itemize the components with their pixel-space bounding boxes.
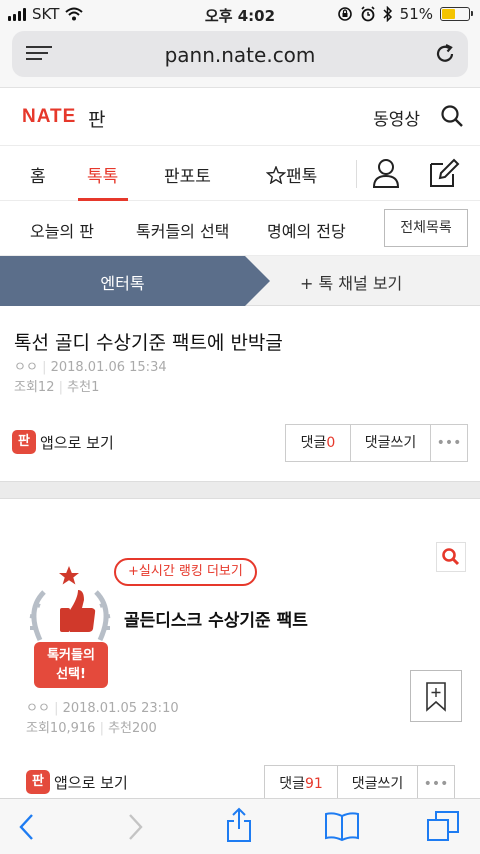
article-title: 톡선 골디 수상기준 팩트에 반박글 xyxy=(14,332,283,354)
more-button[interactable]: ••• xyxy=(431,425,467,461)
card-app-view-button[interactable]: 판 앱으로 보기 xyxy=(26,770,128,794)
article-date: 2018.01.06 15:34 xyxy=(50,360,167,375)
search-icon xyxy=(442,548,460,566)
pann-app-icon: 판 xyxy=(26,770,50,794)
badge-line-2: 선택! xyxy=(56,667,86,682)
star-icon xyxy=(265,165,287,185)
app-view-button[interactable]: 판 앱으로 보기 xyxy=(12,430,114,454)
battery-icon xyxy=(440,7,473,21)
card-recs-label: 추천 xyxy=(108,721,133,736)
channels-link[interactable]: + 톡 채널 보기 xyxy=(300,270,402,294)
tab-toktok[interactable]: 톡톡 xyxy=(87,162,118,187)
card-comment-button[interactable]: 댓글91 xyxy=(265,766,338,802)
article-stats: 조회12 | 추천1 xyxy=(14,380,100,395)
nate-logo[interactable]: NATE xyxy=(22,106,76,128)
pann-app-icon: 판 xyxy=(12,430,36,454)
badge-text: 톡커들의 선택! xyxy=(34,646,108,684)
comment-button[interactable]: 댓글0 xyxy=(286,425,351,461)
share-icon[interactable] xyxy=(224,807,254,843)
subnav-today[interactable]: 오늘의 판 xyxy=(30,218,94,242)
video-link[interactable]: 동영상 xyxy=(373,105,420,130)
article-author: ㅇㅇ xyxy=(14,360,38,375)
comment-label: 댓글 xyxy=(300,435,327,451)
tab-fantalk-label: 팬톡 xyxy=(286,167,318,187)
bookmark-plus-icon xyxy=(426,682,446,712)
tab-fantalk[interactable]: 팬톡 xyxy=(265,162,318,187)
card-comment-label: 댓글 xyxy=(279,776,305,792)
article-meta: ㅇㅇ | 2018.01.06 15:34 xyxy=(14,360,167,375)
category-name[interactable]: 엔터톡 xyxy=(0,270,245,294)
nav-divider xyxy=(356,160,357,188)
site-header: NATE 판 동영상 xyxy=(0,88,480,146)
alarm-icon xyxy=(361,6,375,22)
forward-icon[interactable] xyxy=(124,812,146,842)
all-list-button[interactable]: 전체목록 xyxy=(384,209,468,247)
bookmark-add-button[interactable] xyxy=(410,670,462,722)
bookmarks-icon[interactable] xyxy=(324,810,360,842)
search-icon[interactable] xyxy=(440,104,464,128)
featured-card: +실시간 랭킹 더보기 톡커들의 선택! 골든디스크 수상기준 팩트 ㅇㅇ | … xyxy=(0,500,480,803)
card-more-button[interactable]: ••• xyxy=(418,766,454,802)
card-date: 2018.01.05 23:10 xyxy=(62,701,179,716)
user-icon[interactable] xyxy=(372,158,400,188)
sub-nav: 오늘의 판 톡커들의 선택 명예의 전당 전체목록 xyxy=(0,201,480,256)
comment-count: 0 xyxy=(326,435,336,451)
tab-pannphoto[interactable]: 판포토 xyxy=(164,162,211,187)
section-divider xyxy=(0,481,480,499)
realtime-ranking-more[interactable]: +실시간 랭킹 더보기 xyxy=(114,558,257,586)
bluetooth-icon xyxy=(383,6,392,22)
tab-home[interactable]: 홈 xyxy=(30,162,46,187)
app-view-label: 앱으로 보기 xyxy=(40,433,114,452)
views-label: 조회 xyxy=(14,380,38,395)
rotation-lock-icon xyxy=(337,7,352,21)
card-app-view-label: 앱으로 보기 xyxy=(54,773,128,792)
card-recs-count: 200 xyxy=(132,721,157,736)
card-meta: ㅇㅇ | 2018.01.05 23:10 xyxy=(26,701,179,716)
badge-line-1: 톡커들의 xyxy=(47,648,95,663)
browser-toolbar xyxy=(0,798,480,854)
category-bar: 엔터톡 + 톡 채널 보기 xyxy=(0,256,480,306)
reload-icon[interactable] xyxy=(434,43,456,65)
subnav-hall-of-fame[interactable]: 명예의 전당 xyxy=(267,218,346,242)
card-comment-count: 91 xyxy=(304,776,323,792)
url-text[interactable]: pann.nate.com xyxy=(12,43,468,67)
views-count: 12 xyxy=(37,380,55,395)
status-bar: SKT 오후 4:02 51% xyxy=(0,0,480,30)
card-write-comment-button[interactable]: 댓글쓰기 xyxy=(338,766,418,802)
browser-url-area: pann.nate.com xyxy=(0,30,480,88)
back-icon[interactable] xyxy=(16,812,38,842)
card-title[interactable]: 골든디스크 수상기준 팩트 xyxy=(124,606,308,631)
write-comment-button[interactable]: 댓글쓰기 xyxy=(351,425,431,461)
tabs-icon[interactable] xyxy=(426,810,460,842)
article-actions: 댓글0 댓글쓰기 ••• xyxy=(285,424,468,462)
url-bar[interactable]: pann.nate.com xyxy=(12,31,468,77)
card-stats: 조회10,916 | 추천200 xyxy=(26,721,157,736)
card-views-count: 10,916 xyxy=(49,721,96,736)
card-search-button[interactable] xyxy=(436,542,466,572)
card-views-label: 조회 xyxy=(26,721,50,736)
subnav-talker-choice[interactable]: 톡커들의 선택 xyxy=(136,218,229,242)
write-icon[interactable] xyxy=(428,158,460,188)
pann-logo[interactable]: 판 xyxy=(88,105,105,132)
main-nav: 홈 톡톡 판포토 팬톡 xyxy=(0,146,480,201)
talker-choice-badge: 톡커들의 선택! xyxy=(22,562,120,690)
battery-percent: 51% xyxy=(399,5,433,23)
recs-count: 1 xyxy=(91,380,100,395)
card-author: ㅇㅇ xyxy=(26,701,50,716)
recs-label: 추천 xyxy=(67,380,92,395)
